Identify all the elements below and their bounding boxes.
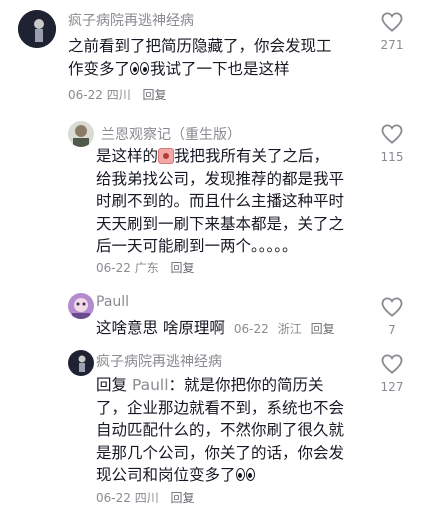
like-count: 271 bbox=[380, 38, 404, 52]
avatar-character-icon bbox=[68, 293, 94, 319]
comment-body-line: 是这样的 我把我所有关了之后， bbox=[96, 145, 376, 168]
reply-to-user[interactable]: Paull bbox=[132, 376, 169, 394]
avatar[interactable] bbox=[18, 10, 56, 48]
like-button[interactable]: 271 bbox=[374, 12, 410, 52]
avatar[interactable] bbox=[68, 121, 94, 147]
eyes-emoji-icon bbox=[140, 61, 150, 75]
sad-face-emoji-icon bbox=[158, 148, 175, 164]
comment-body: 回复 Paull：就是你把你的简历关 了，企业那边就看不到，系统也不会 自动匹配… bbox=[96, 374, 376, 487]
comment-body-line: 之前看到了把简历隐藏了，你会发现工 bbox=[68, 37, 332, 55]
comment-body-text: 作变多了 bbox=[68, 59, 131, 78]
avatar-portrait-icon bbox=[68, 121, 94, 147]
reply-button[interactable]: 回复 bbox=[311, 322, 335, 336]
comment-author[interactable]: 疯子病院再逃神经病 bbox=[68, 10, 194, 30]
comment-body-text: ：就是你把你的简历关 bbox=[168, 376, 324, 394]
like-count: 127 bbox=[380, 380, 404, 394]
comment-date: 06-22 bbox=[68, 88, 103, 102]
like-button[interactable]: 115 bbox=[374, 124, 410, 164]
comment-author[interactable]: 疯子病院再逃神经病 bbox=[96, 351, 222, 371]
comment-date: 06-22 bbox=[96, 261, 131, 275]
heart-outline-icon bbox=[381, 124, 403, 144]
reply-button[interactable]: 回复 bbox=[171, 491, 195, 505]
heart-outline-icon bbox=[381, 297, 403, 317]
reply-button[interactable]: 回复 bbox=[171, 261, 195, 275]
comment-meta: 06-22 四川 回复 bbox=[68, 86, 167, 103]
comment-body-line: 后一天可能刷到一两个。。。。。 bbox=[96, 237, 298, 255]
comment-author[interactable]: 兰恩观察记（重生版） bbox=[101, 124, 241, 144]
eyes-emoji-icon bbox=[245, 468, 255, 481]
like-button[interactable]: 127 bbox=[374, 354, 410, 394]
comment-body-line: 时刷不到的。而且什么主播这种平时 bbox=[96, 192, 345, 210]
comment-body-line: 是那几个公司，你关了的话，你会发 bbox=[96, 443, 345, 462]
comment-body-text: 是这样的 bbox=[96, 147, 159, 165]
heart-outline-icon bbox=[381, 12, 403, 32]
comment-body-line: 现公司和岗位变多了 bbox=[96, 464, 376, 487]
comment-body-line: 作变多了 我试了一下也是这样 bbox=[68, 58, 368, 81]
eyes-emoji-icon bbox=[235, 468, 245, 481]
comment-location: 四川 bbox=[134, 491, 159, 505]
like-count: 115 bbox=[380, 150, 404, 164]
eyes-emoji-icon bbox=[130, 61, 140, 75]
reply-button[interactable]: 回复 bbox=[143, 88, 167, 102]
like-count: 7 bbox=[388, 323, 396, 337]
like-button[interactable]: 7 bbox=[374, 297, 410, 337]
comment-body-text: 这啥意思 啥原理啊 bbox=[96, 319, 225, 337]
comment-body-text: 我试了一下也是这样 bbox=[150, 59, 290, 78]
comment-body-line: 回复 Paull：就是你把你的简历关 bbox=[96, 374, 376, 397]
comment-date: 06-22 bbox=[96, 491, 131, 505]
comment-body-line: 给我弟找公司，发现推荐的都是我平 bbox=[96, 169, 345, 188]
comment-meta: 06-22 四川 回复 bbox=[96, 489, 195, 506]
comment-body-line: 了，企业那边就看不到，系统也不会 bbox=[96, 398, 345, 417]
comment-body-text: 我把我所有关了之后， bbox=[174, 147, 330, 165]
comment-author[interactable]: Paull bbox=[96, 294, 129, 310]
avatar-figure-icon bbox=[68, 350, 94, 376]
comment-meta: 06-22 广东 回复 bbox=[96, 259, 195, 276]
avatar[interactable] bbox=[68, 293, 94, 319]
heart-outline-icon bbox=[381, 354, 403, 374]
comment-body-line: 自动匹配什么的，不然你刷了很久就 bbox=[96, 421, 345, 439]
comment-body: 之前看到了把简历隐藏了，你会发现工 作变多了 我试了一下也是这样 bbox=[68, 35, 368, 80]
comment-location: 四川 bbox=[106, 88, 131, 102]
reply-prefix: 回复 bbox=[96, 376, 128, 394]
avatar[interactable] bbox=[68, 350, 94, 376]
comment-body-text: 现公司和岗位变多了 bbox=[96, 466, 236, 484]
comment-body-line: 天天刷到一刷下来基本都是，关了之 bbox=[96, 214, 345, 233]
comment-location: 广东 bbox=[134, 261, 159, 275]
comment-date: 06-22 bbox=[233, 322, 269, 336]
comment-body: 是这样的 我把我所有关了之后， 给我弟找公司，发现推荐的都是我平 时刷不到的。而且… bbox=[96, 145, 376, 258]
comment-location: 浙江 bbox=[277, 322, 302, 336]
avatar-figure-icon bbox=[18, 10, 56, 48]
comment-body: 这啥意思 啥原理啊 06-22 浙江 回复 bbox=[96, 317, 376, 341]
